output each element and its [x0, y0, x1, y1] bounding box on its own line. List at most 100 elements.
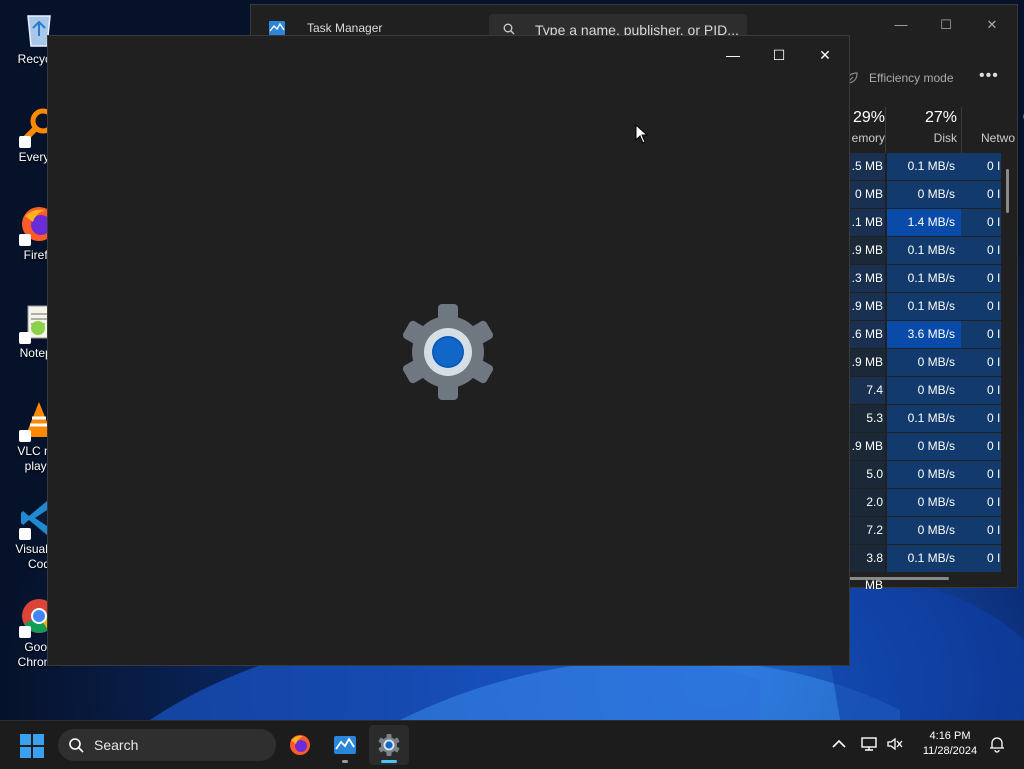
- memory-cell: .3 MB: [849, 265, 885, 292]
- taskbar-firefox[interactable]: [280, 725, 320, 765]
- memory-cell: 5.3 MB: [849, 405, 885, 452]
- chevron-up-icon[interactable]: [830, 735, 848, 753]
- network-cell: 0 I: [961, 517, 1001, 544]
- memory-cell: 7.4 MB: [849, 377, 885, 424]
- memory-cell: 7.2 MB: [849, 517, 885, 564]
- settings-gear-icon: [402, 304, 494, 400]
- memory-cell: .5 MB: [849, 153, 885, 180]
- network-percent: 0': [981, 107, 1024, 127]
- search-icon: [503, 23, 515, 35]
- network-cell: 0 I: [961, 153, 1001, 180]
- memory-label: emory: [851, 131, 885, 145]
- shortcut-arrow-icon: [19, 136, 31, 148]
- disk-cell: 0 MB/s: [887, 433, 961, 460]
- table-row[interactable]: .6 MB 3.6 MB/s 0 I: [849, 321, 1005, 348]
- settings-gear-icon: [378, 734, 400, 756]
- table-row[interactable]: 7.4 MB0 MB/s0 I: [849, 377, 1005, 424]
- table-row[interactable]: .9 MB 0 MB/s 0 I: [849, 349, 1005, 376]
- shortcut-arrow-icon: [19, 528, 31, 540]
- maximize-button[interactable]: ☐: [934, 13, 958, 37]
- taskbar-settings[interactable]: [369, 725, 409, 765]
- settings-window[interactable]: — ☐ ✕: [47, 35, 850, 666]
- network-cell: 0 I: [961, 461, 1001, 488]
- memory-cell: .9 MB: [849, 237, 885, 264]
- disk-cell: 0 MB/s: [887, 377, 961, 404]
- memory-cell: 2.0 MB: [849, 489, 885, 536]
- table-row[interactable]: 2.0 MB0 MB/s0 I: [849, 489, 1005, 536]
- column-header-memory[interactable]: 29% emory: [849, 107, 886, 153]
- disk-cell: 1.4 MB/s: [887, 209, 961, 236]
- network-cell: 0 I: [961, 265, 1001, 292]
- table-row[interactable]: .9 MB 0.1 MB/s 0 I: [849, 237, 1005, 264]
- disk-cell: 0.1 MB/s: [887, 153, 961, 180]
- shortcut-arrow-icon: [19, 430, 31, 442]
- table-row[interactable]: 3.8 MB 0.1 MB/s 0 I: [849, 545, 1005, 592]
- minimize-button[interactable]: —: [889, 13, 913, 37]
- taskbar-task-manager[interactable]: [325, 725, 365, 765]
- vertical-scrollbar[interactable]: [1006, 169, 1009, 213]
- notification-bell-icon[interactable]: [988, 735, 1006, 753]
- disk-percent: 27%: [924, 109, 957, 126]
- active-indicator: [381, 760, 397, 763]
- taskbar-search-box[interactable]: Search: [58, 729, 276, 761]
- network-cell: 0 I: [961, 237, 1001, 264]
- disk-cell: 3.6 MB/s: [887, 321, 961, 348]
- table-row[interactable]: 5.3 MB0.1 MB/s0 I: [849, 405, 1005, 452]
- close-button[interactable]: ✕: [980, 13, 1004, 37]
- volume-muted-icon[interactable]: [886, 735, 904, 753]
- memory-cell: .9 MB: [849, 293, 885, 320]
- table-row[interactable]: 7.2 MB0 MB/s0 I: [849, 517, 1005, 564]
- memory-cell: 3.8 MB: [849, 545, 885, 592]
- memory-cell: .1 MB: [849, 209, 885, 236]
- column-header-disk[interactable]: 27% Disk: [887, 107, 962, 153]
- network-icon[interactable]: [860, 735, 878, 753]
- more-options-button[interactable]: •••: [979, 67, 999, 85]
- task-manager-icon: [334, 736, 356, 754]
- network-cell: 0 I: [961, 293, 1001, 320]
- table-row[interactable]: 5.0 MB0 MB/s0 I: [849, 461, 1005, 508]
- memory-cell: .9 MB: [849, 349, 885, 376]
- disk-cell: 0 MB/s: [887, 517, 961, 544]
- minimize-button[interactable]: —: [713, 40, 753, 70]
- table-row[interactable]: .9 MB 0.1 MB/s 0 I: [849, 293, 1005, 320]
- table-row[interactable]: .5 MB 0.1 MB/s 0 I: [849, 153, 1005, 180]
- column-header-network[interactable]: 0' Netwo: [961, 107, 1024, 153]
- close-button[interactable]: ✕: [805, 40, 845, 70]
- disk-cell: 0 MB/s: [887, 489, 961, 516]
- network-cell: 0 I: [961, 181, 1001, 208]
- table-row[interactable]: 0 MB 0 MB/s 0 I: [849, 181, 1005, 208]
- network-cell: 0 I: [961, 349, 1001, 376]
- maximize-button[interactable]: ☐: [759, 40, 799, 70]
- memory-cell: .9 MB: [849, 433, 885, 460]
- disk-cell: 0.1 MB/s: [887, 237, 961, 264]
- search-icon: [69, 738, 84, 753]
- horizontal-scrollbar[interactable]: [849, 577, 949, 580]
- disk-cell: 0 MB/s: [887, 349, 961, 376]
- network-cell: 0 I: [961, 433, 1001, 460]
- network-cell: 0 I: [961, 321, 1001, 348]
- table-row[interactable]: .1 MB 1.4 MB/s 0 I: [849, 209, 1005, 236]
- network-cell: 0 I: [961, 209, 1001, 236]
- firefox-icon: [290, 735, 310, 755]
- memory-percent: 29%: [852, 109, 885, 126]
- shortcut-arrow-icon: [19, 234, 31, 246]
- system-clock[interactable]: 4:16 PM 11/28/2024: [914, 729, 986, 759]
- window-title: Task Manager: [307, 21, 383, 35]
- disk-cell: 0 MB/s: [887, 461, 961, 488]
- desktop: Recycle Everyth Firefo Notepa VLC me pla…: [0, 0, 1024, 720]
- memory-cell: .6 MB: [849, 321, 885, 348]
- table-row[interactable]: .9 MB 0 MB/s 0 I: [849, 433, 1005, 460]
- disk-cell: 0.1 MB/s: [887, 405, 961, 432]
- network-cell: 0 I: [961, 489, 1001, 516]
- clock-date: 11/28/2024: [922, 745, 978, 757]
- network-cell: 0 I: [961, 405, 1001, 432]
- disk-cell: 0.1 MB/s: [887, 545, 961, 572]
- running-indicator: [342, 760, 348, 763]
- disk-cell: 0 MB/s: [887, 181, 961, 208]
- table-row[interactable]: .3 MB 0.1 MB/s 0 I: [849, 265, 1005, 292]
- disk-cell: 0.1 MB/s: [887, 265, 961, 292]
- efficiency-mode-button[interactable]: Efficiency mode: [869, 71, 954, 85]
- network-cell: 0 I: [961, 377, 1001, 404]
- start-button[interactable]: [20, 734, 44, 758]
- network-label: Netwo: [981, 131, 1016, 145]
